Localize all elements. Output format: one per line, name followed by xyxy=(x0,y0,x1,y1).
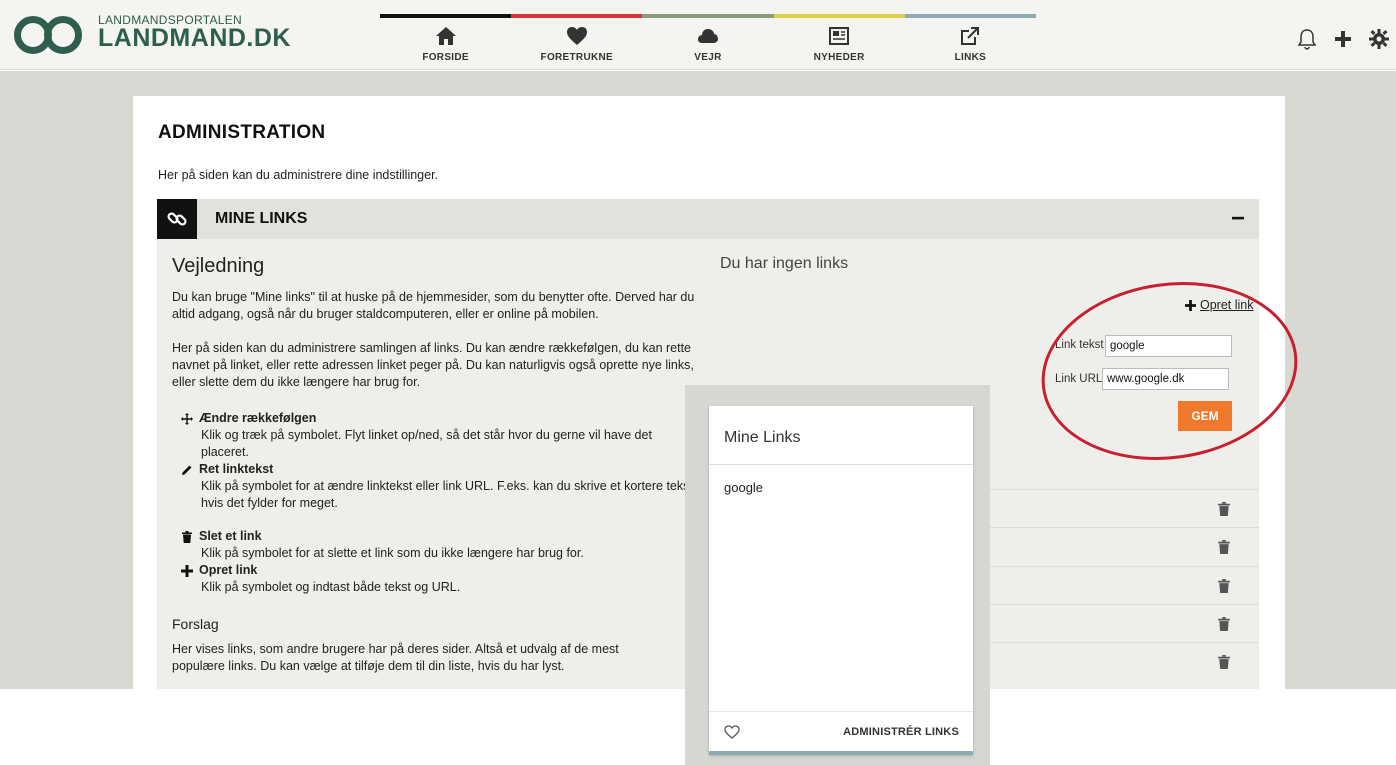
move-icon xyxy=(181,412,193,425)
top-bar: LANDMANDSPORTALEN LANDMAND.DK FORSIDE FO… xyxy=(0,0,1396,70)
tip-text: Klik på symbolet for at ændre linktekst … xyxy=(201,479,697,510)
nav-item-vejr[interactable]: VEJR xyxy=(642,14,774,70)
suggest-text: Her vises links, som andre brugere har p… xyxy=(172,642,619,673)
trash-icon[interactable] xyxy=(1217,655,1231,669)
logo-rings-icon xyxy=(14,12,94,54)
tip-delete: Slet et link Klik på symbolet for at sle… xyxy=(181,528,701,562)
guide-title: Vejledning xyxy=(172,255,265,277)
plus-icon[interactable] xyxy=(1332,28,1354,50)
link-row xyxy=(985,604,1259,642)
guide-paragraph-1: Du kan bruge "Mine links" til at huske p… xyxy=(172,290,695,321)
tip-edit: Ret linktekst Klik på symbolet for at æn… xyxy=(181,461,701,512)
tip-reorder: Ændre rækkefølgen Klik og træk på symbol… xyxy=(181,410,701,461)
nav-label: NYHEDER xyxy=(813,52,865,63)
pencil-icon xyxy=(182,465,192,475)
main-nav: FORSIDE FORETRUKNE VEJR NYHEDER LINKS xyxy=(380,14,1036,70)
trash-icon[interactable] xyxy=(1217,502,1231,516)
popup-footer: ADMINISTRÉR LINKS xyxy=(709,711,973,751)
page-subtitle: Her på siden kan du administrere dine in… xyxy=(158,168,439,182)
nav-label: FORETRUKNE xyxy=(540,52,613,63)
nav-item-forside[interactable]: FORSIDE xyxy=(380,14,512,70)
tip-text: Klik på symbolet og indtast både tekst o… xyxy=(201,580,461,594)
heart-outline-icon[interactable] xyxy=(724,725,740,739)
link-row xyxy=(985,489,1259,527)
section-header-mine-links[interactable]: MINE LINKS − xyxy=(157,199,1259,239)
suggest-title: Forslag xyxy=(172,616,219,632)
newspaper-icon xyxy=(829,27,850,45)
plus-icon xyxy=(181,564,193,577)
cloud-icon xyxy=(697,29,718,43)
nav-item-nyheder[interactable]: NYHEDER xyxy=(773,14,905,70)
trash-icon[interactable] xyxy=(1217,540,1231,554)
tip-head: Slet et link xyxy=(199,529,262,543)
home-icon xyxy=(435,27,456,45)
tip-head: Ændre rækkefølgen xyxy=(199,411,317,425)
nav-label: VEJR xyxy=(694,52,722,63)
popup-title: Mine Links xyxy=(724,429,801,446)
tip-head: Ret linktekst xyxy=(199,462,274,476)
trash-icon[interactable] xyxy=(1217,617,1231,631)
section-title: MINE LINKS xyxy=(215,210,308,227)
tip-text: Klik på symbolet for at slette et link s… xyxy=(201,546,584,560)
link-row xyxy=(985,527,1259,565)
tip-create: Opret link Klik på symbolet og indtast b… xyxy=(181,562,701,596)
trash-icon[interactable] xyxy=(1217,579,1231,593)
guide-paragraph-2: Her på siden kan du administrere samling… xyxy=(172,341,694,389)
page-title: ADMINISTRATION xyxy=(158,122,326,143)
heart-icon xyxy=(566,27,587,45)
link-icon xyxy=(157,199,197,239)
trash-icon xyxy=(182,530,192,543)
no-links-text: Du har ingen links xyxy=(720,255,849,272)
tip-head: Opret link xyxy=(199,563,258,577)
link-row xyxy=(985,566,1259,604)
nav-label: FORSIDE xyxy=(422,52,469,63)
popup-link-item[interactable]: google xyxy=(724,480,763,495)
nav-item-foretrukne[interactable]: FORETRUKNE xyxy=(511,14,643,70)
tip-text: Klik og træk på symbolet. Flyt linket op… xyxy=(201,428,652,459)
gear-icon[interactable] xyxy=(1368,28,1390,50)
collapse-button[interactable]: − xyxy=(1231,205,1245,233)
link-row xyxy=(985,642,1259,680)
mine-links-popup: Mine Links google ADMINISTRÉR LINKS xyxy=(709,406,973,755)
logo[interactable]: LANDMANDSPORTALEN LANDMAND.DK xyxy=(14,12,291,54)
nav-item-links[interactable]: LINKS xyxy=(904,14,1036,70)
external-link-icon xyxy=(961,27,980,45)
admin-links-button[interactable]: ADMINISTRÉR LINKS xyxy=(843,726,959,738)
top-icons xyxy=(1296,28,1390,50)
bell-icon[interactable] xyxy=(1296,28,1318,50)
logo-big-text: LANDMAND.DK xyxy=(98,23,291,52)
nav-label: LINKS xyxy=(954,52,987,63)
